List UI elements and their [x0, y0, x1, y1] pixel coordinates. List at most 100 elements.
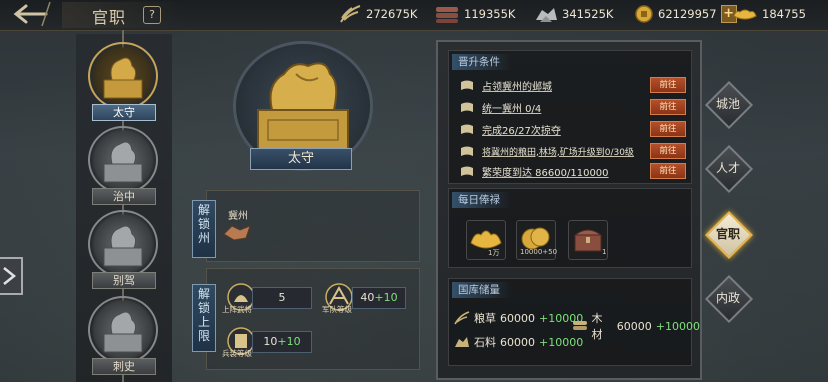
- silver-seal-icon: [103, 311, 143, 353]
- treasury-base: 60000: [500, 335, 535, 349]
- condition-text: 将冀州的粮田,林场,矿场升级到0/30级: [482, 147, 634, 158]
- stat-caption: 军队等级: [322, 305, 352, 314]
- resource-stone: 341525K: [534, 3, 613, 25]
- rank-label: 刺史: [92, 358, 156, 375]
- rank-item-zhizhong[interactable]: 治中: [86, 128, 160, 208]
- stat-caption: 上阵武将: [222, 305, 252, 314]
- current-rank-name: 太守: [250, 148, 352, 170]
- treasury-label: 木材: [591, 312, 603, 341]
- treasury-item: 石料 60000 +10000: [454, 334, 583, 350]
- salary-item[interactable]: [466, 220, 506, 260]
- go-button[interactable]: 前往: [650, 143, 686, 159]
- treasury-heading: 国库储量: [452, 282, 512, 298]
- page-title: 官职: [92, 8, 127, 27]
- rank-label: 太守: [92, 104, 156, 121]
- stone-icon: [455, 337, 469, 347]
- info-panel: 晋升条件 占领冀州的邺城 前往 统一冀州 0/4 前往 完成26/27次掠夺 前…: [436, 40, 702, 380]
- treasury-item: 粮草 60000 +10000: [454, 310, 583, 326]
- tab-talent[interactable]: 人才: [704, 144, 754, 194]
- go-button[interactable]: 前往: [650, 121, 686, 137]
- promotion-heading: 晋升条件: [452, 54, 512, 70]
- gold-ingot-icon: [733, 9, 757, 20]
- wood-icon: [573, 321, 587, 330]
- gold-seal-icon: [103, 57, 143, 99]
- back-button[interactable]: [6, 1, 52, 27]
- salary-amount: 10000+50: [520, 248, 558, 256]
- resource-value: 62129957: [658, 7, 717, 21]
- condition-row: 繁荣度到达 86600/110000 前往: [460, 162, 686, 180]
- daily-salary-heading: 每日俸禄: [452, 192, 512, 208]
- go-button[interactable]: 前往: [650, 77, 686, 93]
- rank-item-taishou[interactable]: 太守: [86, 44, 160, 124]
- condition-text: 繁荣度到达 86600/110000: [482, 167, 609, 179]
- stone-icon: [536, 8, 557, 22]
- resource-value: 341525K: [562, 7, 614, 21]
- salary-amount: 1万: [488, 249, 500, 257]
- stat-base: 10: [263, 335, 278, 348]
- treasury-label: 粮草: [474, 312, 496, 325]
- treasury-base: 60000: [500, 311, 535, 325]
- unlock-state-name: 冀州: [228, 211, 248, 222]
- back-arrow-icon: [13, 1, 51, 27]
- resource-value: 184755: [762, 7, 806, 21]
- tab-label: 内政: [715, 291, 740, 305]
- silver-seal-icon: [103, 141, 143, 183]
- resource-gold-coin: 62129957 +: [634, 3, 737, 25]
- stat-bonus: +10: [374, 291, 398, 304]
- tab-official-rank[interactable]: 官职: [704, 210, 754, 260]
- condition-row: 完成26/27次掠夺 前往: [460, 120, 686, 138]
- treasury-bonus: +10000: [655, 319, 700, 333]
- side-menu-button[interactable]: [0, 254, 26, 298]
- rank-label: 治中: [92, 188, 156, 205]
- grain-icon: [340, 5, 361, 23]
- scroll-icon: [461, 102, 473, 112]
- tab-label: 官职: [715, 227, 740, 241]
- treasury-base: 60000: [616, 319, 652, 333]
- top-bar: 官职 ? 272675K 119355K 341525K 62129957 + …: [0, 0, 828, 31]
- stat-value-equipment-level: 10+10: [252, 331, 312, 353]
- scroll-icon: [461, 146, 473, 156]
- condition-text: 占领冀州的邺城: [482, 81, 552, 93]
- tab-label: 城池: [715, 97, 740, 111]
- state-map-icon: [222, 222, 252, 242]
- silver-seal-icon: [103, 225, 143, 267]
- unlock-limit-tab: 解锁上限: [192, 284, 216, 352]
- unlock-state-tab: 解锁州: [192, 200, 216, 258]
- tab-label: 人才: [715, 161, 740, 175]
- condition-row: 占领冀州的邺城 前往: [460, 76, 686, 94]
- go-button[interactable]: 前往: [650, 163, 686, 179]
- rank-item-biejia[interactable]: 别驾: [86, 212, 160, 292]
- resource-value: 119355K: [464, 7, 516, 21]
- salary-amount: 1: [602, 248, 607, 256]
- scroll-icon: [461, 124, 473, 134]
- rank-seal: [90, 298, 156, 362]
- rank-seal: [90, 128, 156, 192]
- stat-caption: 兵装等级: [222, 349, 252, 358]
- tab-internal-affairs[interactable]: 内政: [704, 274, 754, 324]
- scroll-icon: [461, 80, 473, 90]
- stat-value-generals: 5: [252, 287, 312, 309]
- stat-bonus: +10: [277, 335, 301, 348]
- resource-grain: 272675K: [338, 3, 417, 25]
- hexagon-icon: [0, 257, 23, 295]
- condition-text: 完成26/27次掠夺: [482, 125, 561, 137]
- condition-text: 统一冀州 0/4: [482, 103, 542, 115]
- wood-icon: [436, 7, 458, 23]
- tab-city[interactable]: 城池: [704, 80, 754, 130]
- grain-icon: [454, 311, 470, 325]
- rank-item-cishi[interactable]: 刺史: [86, 298, 160, 378]
- treasury-bonus: +10000: [539, 335, 584, 349]
- resource-gold-ingot: 184755: [732, 3, 806, 25]
- condition-row: 将冀州的粮田,林场,矿场升级到0/30级 前往: [460, 142, 686, 160]
- help-button[interactable]: ?: [143, 6, 161, 24]
- rank-seal: [90, 44, 156, 108]
- resource-wood: 119355K: [434, 3, 515, 25]
- gold-coin-icon: [635, 5, 653, 23]
- go-button[interactable]: 前往: [650, 99, 686, 115]
- scroll-icon: [461, 166, 473, 176]
- stat-base: 5: [278, 291, 286, 304]
- condition-row: 统一冀州 0/4 前往: [460, 98, 686, 116]
- stat-base: 40: [360, 291, 375, 304]
- resource-value: 272675K: [366, 7, 418, 21]
- rank-label: 别驾: [92, 272, 156, 289]
